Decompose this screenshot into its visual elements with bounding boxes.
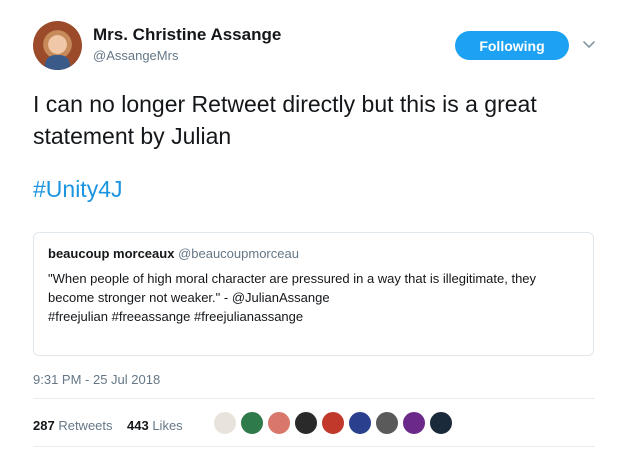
liker-avatar[interactable] xyxy=(375,411,399,435)
hashtag-link[interactable]: #Unity4J xyxy=(33,176,122,203)
tweet-timestamp[interactable]: 9:31 PM - 25 Jul 2018 xyxy=(33,372,160,387)
liker-avatar[interactable] xyxy=(267,411,291,435)
likes-count: 443 xyxy=(127,418,149,433)
likes-stat[interactable]: 443 Likes xyxy=(127,418,183,433)
quoted-text-line: "When people of high moral character are… xyxy=(48,271,537,286)
quoted-tweet-header: beaucoup morceaux @beaucoupmorceau xyxy=(48,246,299,261)
retweets-stat[interactable]: 287 Retweets xyxy=(33,418,116,433)
divider xyxy=(33,446,595,447)
author-avatar[interactable] xyxy=(33,21,82,70)
chevron-down-icon[interactable] xyxy=(581,36,597,52)
tweet-text: I can no longer Retweet directly but thi… xyxy=(33,91,537,149)
tweet-stats: 287 Retweets 443 Likes xyxy=(33,418,183,433)
retweets-label: Retweets xyxy=(58,418,113,433)
liker-avatar[interactable] xyxy=(402,411,426,435)
liker-avatar[interactable] xyxy=(321,411,345,435)
retweets-count: 287 xyxy=(33,418,55,433)
liker-avatar[interactable] xyxy=(429,411,453,435)
divider xyxy=(33,398,595,399)
author-display-name[interactable]: Mrs. Christine Assange xyxy=(93,25,281,45)
quoted-text-line: become stronger not weaker." - @JulianAs… xyxy=(48,290,330,305)
following-button[interactable]: Following xyxy=(455,31,569,60)
quoted-tweet-text: "When people of high moral character are… xyxy=(48,269,583,326)
author-handle[interactable]: @AssangeMrs xyxy=(93,48,178,63)
quoted-tweet[interactable]: beaucoup morceaux @beaucoupmorceau "When… xyxy=(33,232,594,356)
liker-avatar[interactable] xyxy=(240,411,264,435)
liker-avatar[interactable] xyxy=(213,411,237,435)
liker-avatar[interactable] xyxy=(294,411,318,435)
likes-label: Likes xyxy=(152,418,183,433)
quoted-author-handle: @beaucoupmorceau xyxy=(178,246,299,261)
quoted-author-name: beaucoup morceaux xyxy=(48,246,175,261)
liker-avatars xyxy=(213,411,456,435)
quoted-hashtags: #freejulian #freeassange #freejulianassa… xyxy=(48,309,304,324)
liker-avatar[interactable] xyxy=(348,411,372,435)
